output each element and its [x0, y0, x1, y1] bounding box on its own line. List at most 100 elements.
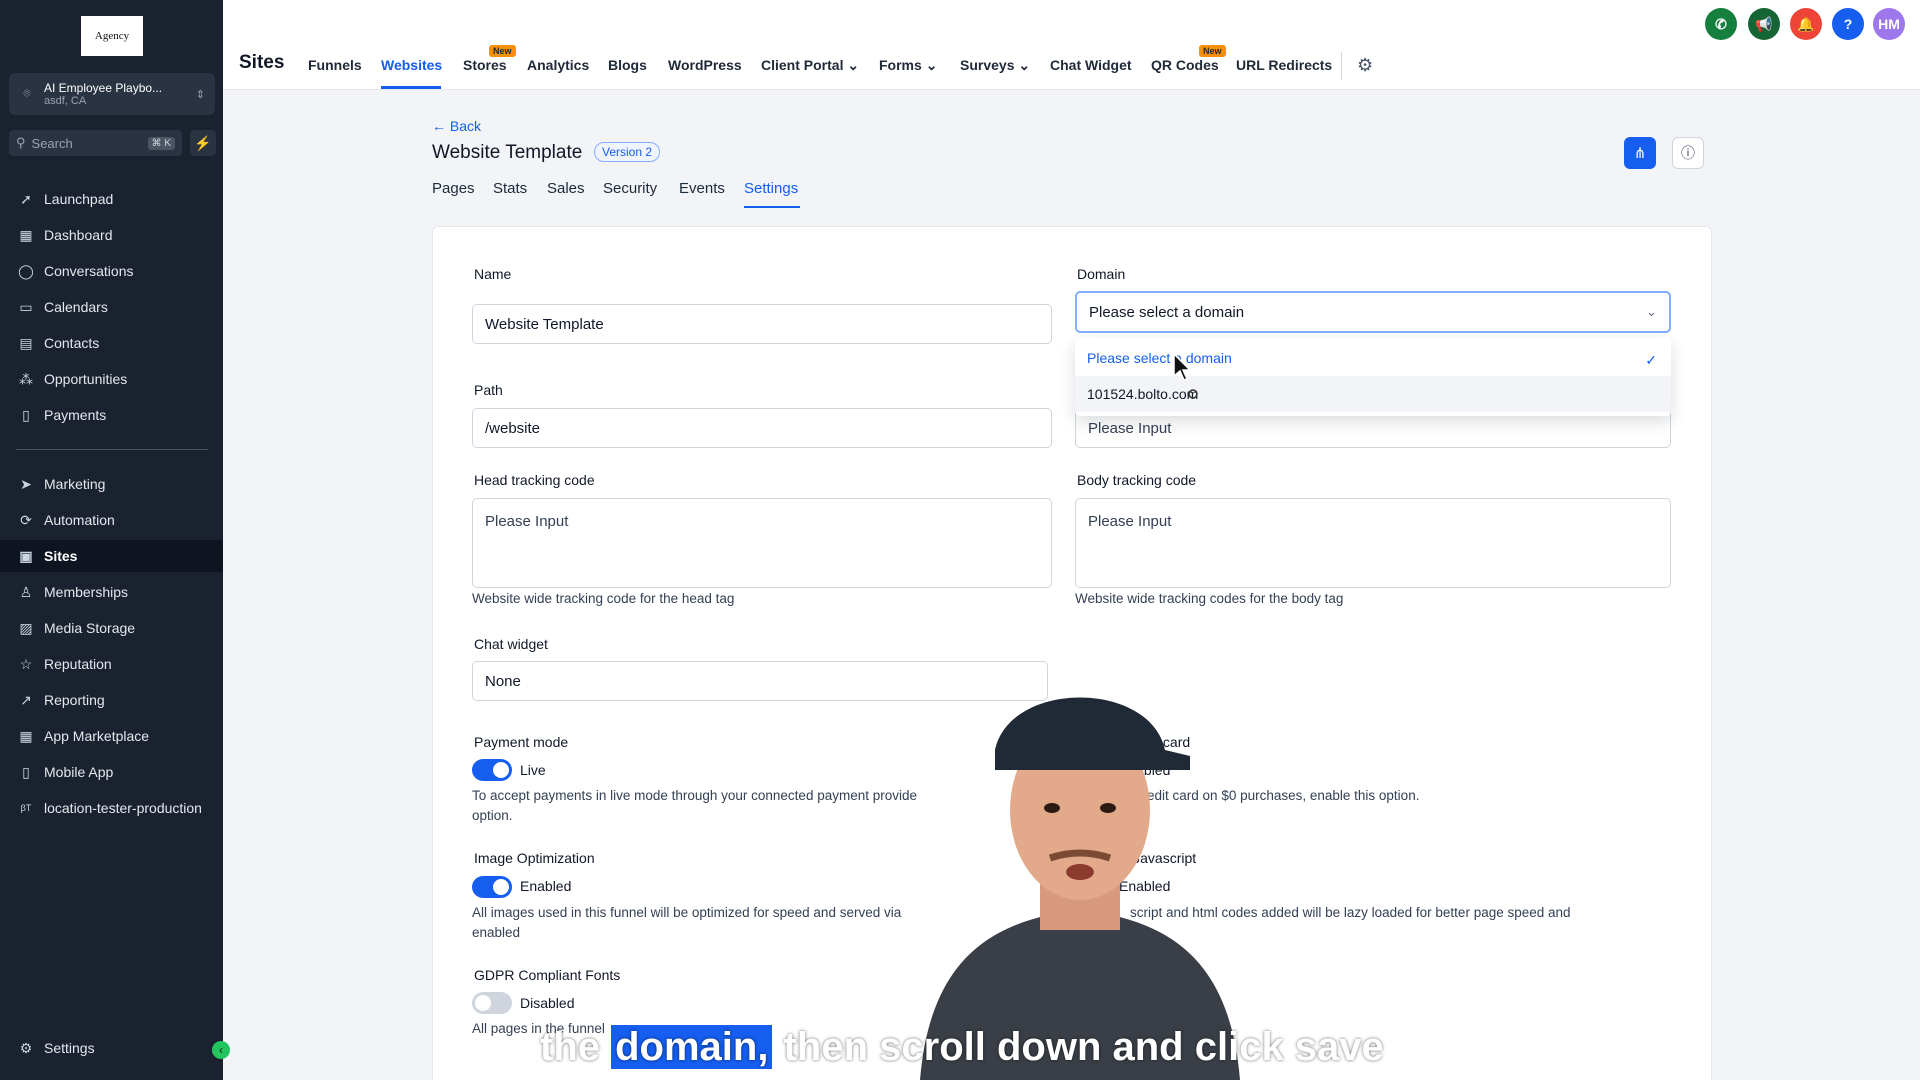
tab-websites[interactable]: Websites — [381, 57, 442, 73]
share-button[interactable]: ⋔ — [1624, 137, 1656, 169]
sidebar-search[interactable]: ⚲ Search ⌘ K — [9, 130, 182, 156]
name-label: Name — [474, 266, 512, 282]
body-tracking-textarea[interactable]: Please Input — [1075, 498, 1671, 588]
beta-icon: βT — [20, 803, 32, 813]
payment-mode-value: Live — [520, 762, 546, 778]
sidebar-item-conversations[interactable]: ◯ Conversations — [0, 255, 223, 287]
sidebar-item-automation[interactable]: ⟳ Automation — [0, 504, 223, 536]
active-tab-indicator — [744, 206, 800, 208]
phone-icon[interactable]: ✆ — [1705, 8, 1737, 40]
sidebar-item-contacts[interactable]: ▤ Contacts — [0, 327, 223, 359]
mouse-cursor-icon — [1173, 352, 1198, 399]
collapse-sidebar-icon[interactable]: ‹ — [212, 1041, 230, 1059]
head-tracking-label: Head tracking code — [474, 472, 595, 488]
tab-label: Forms — [879, 57, 922, 73]
automation-icon: ⟳ — [20, 511, 32, 528]
back-label: Back — [449, 118, 482, 134]
avatar[interactable]: HM — [1873, 8, 1905, 40]
sidebar-item-label: App Marketplace — [44, 728, 150, 744]
sidebar-item-label: Launchpad — [44, 191, 114, 207]
chevron-down-icon: ⌄ — [1018, 57, 1031, 73]
calendar-icon: ▭ — [19, 298, 33, 315]
tab-url-redirects[interactable]: URL Redirects — [1236, 57, 1332, 73]
new-badge: New — [489, 45, 516, 57]
quick-action-bolt-icon[interactable]: ⚡ — [190, 130, 216, 156]
sidebar-item-memberships[interactable]: ♙ Memberships — [0, 576, 223, 608]
gdpr-fonts-toggle[interactable] — [472, 992, 512, 1014]
tab-chat-widget[interactable]: Chat Widget — [1050, 57, 1132, 73]
location-pin-icon: ⌾ — [23, 86, 31, 100]
name-input[interactable]: Website Template — [472, 304, 1052, 344]
domain-option-bolto[interactable]: 101524.bolto.com — [1075, 376, 1671, 412]
new-badge: New — [1199, 45, 1226, 57]
chevron-updown-icon: ⇕ — [195, 88, 205, 101]
tab-stores[interactable]: Stores — [463, 57, 507, 73]
domain-label: Domain — [1077, 266, 1126, 282]
account-switcher[interactable]: ⌾ AI Employee Playbo... asdf, CA ⇕ — [9, 73, 215, 115]
path-input[interactable]: /website — [472, 408, 1052, 448]
tab-analytics[interactable]: Analytics — [527, 57, 589, 73]
sidebar-item-label: Reporting — [44, 692, 105, 708]
tab-funnels[interactable]: Funnels — [308, 57, 362, 73]
head-tracking-textarea[interactable]: Please Input — [472, 498, 1052, 588]
image-optimization-toggle[interactable] — [472, 876, 512, 898]
tab-settings[interactable]: Settings — [744, 180, 798, 197]
chevron-down-icon: ⌄ — [1646, 304, 1657, 319]
sidebar-item-settings[interactable]: ⚙ Settings — [0, 1032, 223, 1064]
agency-logo[interactable]: Agency — [81, 16, 143, 56]
account-name: AI Employee Playbo... — [44, 80, 163, 95]
payment-mode-toggle[interactable] — [472, 759, 512, 781]
sidebar-item-opportunities[interactable]: ⁂ Opportunities — [0, 363, 223, 395]
section-title: Sites — [239, 52, 285, 73]
tab-events[interactable]: Events — [679, 180, 725, 197]
tab-security[interactable]: Security — [603, 180, 657, 197]
tab-pages[interactable]: Pages — [432, 180, 475, 197]
domain-select[interactable]: Please select a domain ⌄ — [1075, 291, 1671, 333]
sidebar-item-reputation[interactable]: ☆ Reputation — [0, 648, 223, 680]
video-caption: the domain, then scroll down and click s… — [540, 1025, 1384, 1070]
tab-wordpress[interactable]: WordPress — [668, 57, 742, 73]
payment-mode-help-2: option. — [472, 808, 513, 823]
tab-qr-codes[interactable]: QR Codes — [1151, 57, 1219, 73]
tab-surveys[interactable]: Surveys ⌄ — [960, 57, 1030, 74]
sidebar-item-mobile-app[interactable]: ▯ Mobile App — [0, 756, 223, 788]
tab-blogs[interactable]: Blogs — [608, 57, 647, 73]
tab-forms[interactable]: Forms ⌄ — [879, 57, 937, 74]
apps-icon: ▦ — [19, 727, 33, 744]
info-icon: ⓘ — [1681, 145, 1695, 161]
sidebar-item-payments[interactable]: ▯ Payments — [0, 399, 223, 431]
sidebar-item-label: Calendars — [44, 299, 108, 315]
back-link[interactable]: ← Back — [432, 118, 481, 134]
search-icon: ⚲ — [16, 135, 26, 150]
sidebar-item-calendars[interactable]: ▭ Calendars — [0, 291, 223, 323]
gear-icon[interactable]: ⚙ — [1357, 55, 1373, 76]
tab-client-portal[interactable]: Client Portal ⌄ — [761, 57, 859, 74]
megaphone-icon[interactable]: 📢 — [1748, 8, 1780, 40]
sidebar-item-sites[interactable]: ▣ Sites — [0, 540, 223, 572]
sidebar-item-dashboard[interactable]: ▦ Dashboard — [0, 219, 223, 251]
caption-post: then scroll down and click save — [783, 1025, 1384, 1069]
account-location: asdf, CA — [44, 94, 87, 107]
sidebar-item-app-marketplace[interactable]: ▦ App Marketplace — [0, 720, 223, 752]
sidebar-item-reporting[interactable]: ↗ Reporting — [0, 684, 223, 716]
help-icon[interactable]: ? — [1832, 8, 1864, 40]
sidebar-divider — [16, 449, 208, 450]
sidebar-item-label: Marketing — [44, 476, 106, 492]
grid-icon: ▦ — [19, 226, 33, 243]
sidebar-item-launchpad[interactable]: ➚ Launchpad — [0, 183, 223, 215]
arrow-left-icon: ← — [432, 118, 446, 134]
domain-option-placeholder[interactable]: Please select a domain ✓ — [1075, 340, 1671, 376]
body-tracking-help: Website wide tracking codes for the body… — [1075, 591, 1344, 606]
info-button[interactable]: ⓘ — [1672, 137, 1704, 169]
sidebar-item-label: Settings — [44, 1040, 95, 1056]
gear-icon: ⚙ — [19, 1039, 33, 1056]
sidebar-item-media-storage[interactable]: ▨ Media Storage — [0, 612, 223, 644]
chevron-down-icon: ⌄ — [925, 57, 938, 73]
tab-stats[interactable]: Stats — [493, 180, 527, 197]
tab-sales[interactable]: Sales — [547, 180, 585, 197]
presenter-video — [920, 697, 1240, 1080]
sidebar-item-marketing[interactable]: ➤ Marketing — [0, 468, 223, 500]
sidebar-item-location-tester[interactable]: βT location-tester-production — [0, 792, 223, 824]
bell-icon[interactable]: 🔔 — [1790, 8, 1822, 40]
media-icon: ▨ — [19, 619, 33, 636]
